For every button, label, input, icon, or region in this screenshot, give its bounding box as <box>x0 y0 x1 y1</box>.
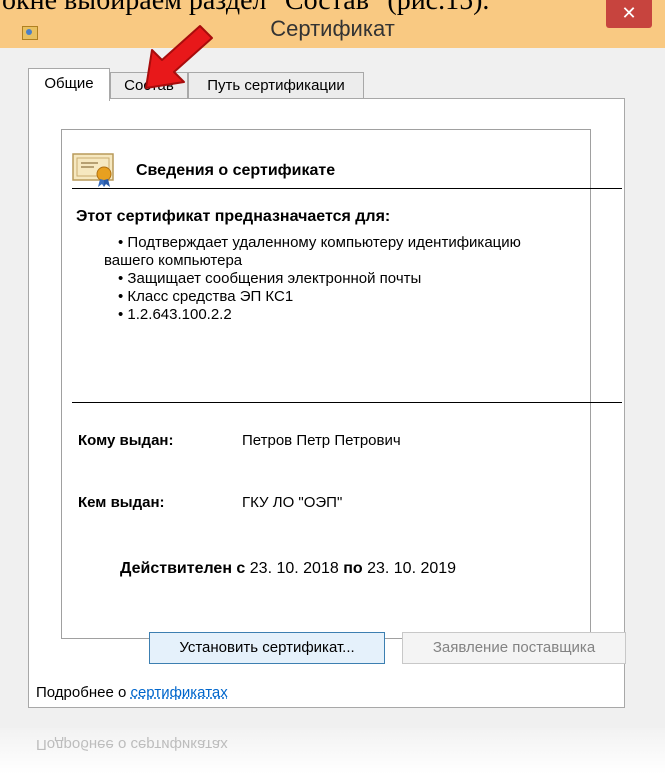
purpose-list: • Подтверждает удаленному компьютеру иде… <box>104 234 618 324</box>
learn-more: Подробнее о сертификатах <box>36 684 228 701</box>
valid-from-label: Действителен с <box>120 560 246 577</box>
purpose-heading: Этот сертификат предназначается для: <box>76 208 391 225</box>
valid-to-label: по <box>343 560 363 577</box>
certificates-link[interactable]: сертификатах <box>130 684 227 701</box>
valid-to-date: 23. 10. 2019 <box>367 560 457 577</box>
divider-top <box>72 188 622 189</box>
purpose-item: • Класс средства ЭП КС1 <box>118 288 294 305</box>
document-caption-text: окне выбираем раздел "Состав" (рис.15). <box>2 0 490 16</box>
tab-strip: Общие Состав Путь сертификации <box>28 68 628 101</box>
certificate-dialog: Сертификат ✕ Общие Состав Путь сертифика… <box>0 0 665 730</box>
red-pointer-arrow-icon <box>145 25 213 89</box>
certificate-info-box: Сведения о сертификате Этот сертификат п… <box>61 129 622 639</box>
purpose-item: вашего компьютера <box>104 252 243 269</box>
purpose-item: • Подтверждает удаленному компьютеру иде… <box>118 234 521 251</box>
learn-more-prefix: Подробнее о <box>36 684 131 701</box>
issued-to-value: Петров Петр Петрович <box>242 432 401 449</box>
certificate-icon <box>72 153 114 187</box>
info-heading: Сведения о сертификате <box>136 162 336 179</box>
window-title: Сертификат <box>270 16 395 41</box>
tab-general[interactable]: Общие <box>28 68 110 101</box>
issuer-statement-button: Заявление поставщика <box>402 632 626 664</box>
issued-to-label: Кому выдан: <box>78 432 174 449</box>
purpose-item: • 1.2.643.100.2.2 <box>118 306 232 323</box>
issued-by-value: ГКУ ЛО "ОЭП" <box>242 494 343 511</box>
install-certificate-button[interactable]: Установить сертификат... <box>149 632 385 664</box>
purpose-item: • Защищает сообщения электронной почты <box>118 270 422 287</box>
valid-from-date: 23. 10. 2018 <box>249 560 339 577</box>
divider-bottom <box>72 402 622 403</box>
issued-by-label: Кем выдан: <box>78 494 165 511</box>
tab-panel-general: Сведения о сертификате Этот сертификат п… <box>28 98 625 708</box>
validity-period: Действителен с 23. 10. 2018 по 23. 10. 2… <box>120 560 456 578</box>
tab-certification-path[interactable]: Путь сертификации <box>188 72 364 98</box>
mirrored-reflection: Подробнее о сертификатах <box>36 736 228 753</box>
